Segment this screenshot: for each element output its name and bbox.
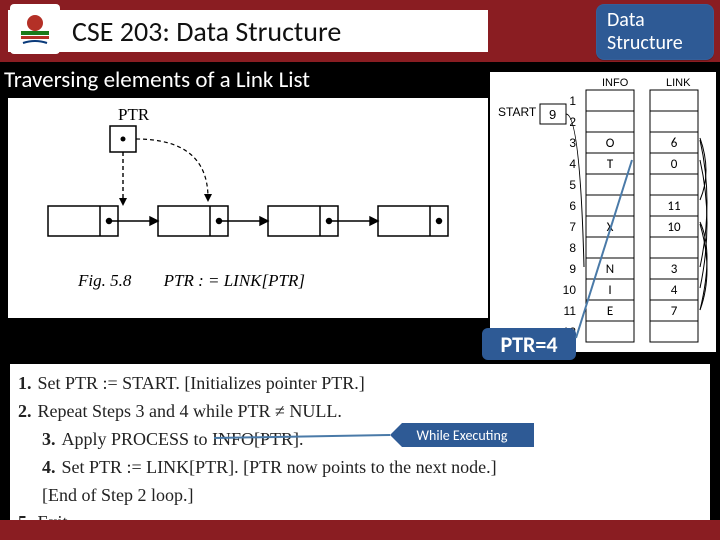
info-link-arrays: INFO LINK START 9 123O64T056117X1089N310… (490, 72, 716, 352)
svg-text:7: 7 (671, 304, 678, 319)
header-link: LINK (666, 77, 691, 89)
course-title: CSE 203: Data Structure (72, 14, 341, 49)
svg-text:4: 4 (671, 283, 678, 298)
svg-text:6: 6 (569, 199, 576, 213)
badge-line-1: Data (607, 9, 703, 32)
while-executing-label: While Executing (390, 423, 534, 447)
svg-text:10: 10 (667, 220, 681, 235)
svg-text:I: I (608, 283, 611, 298)
algorithm-step: 4.Set PTR := LINK[PTR]. [PTR now points … (18, 454, 702, 482)
figure-panel: PTR Fig. (8, 98, 488, 318)
svg-text:0: 0 (671, 157, 678, 172)
algorithm-end-loop: [End of Step 2 loop.] (18, 482, 702, 510)
ptr-value-callout: PTR=4 (482, 328, 576, 360)
svg-text:2: 2 (569, 115, 576, 129)
svg-text:6: 6 (671, 136, 678, 151)
svg-text:11: 11 (564, 304, 577, 318)
algorithm-panel: 1.Set PTR := START. [Initializes pointer… (10, 364, 710, 524)
svg-text:10: 10 (563, 283, 577, 297)
algorithm-step: 2.Repeat Steps 3 and 4 while PTR ≠ NULL. (18, 398, 702, 426)
badge-data-structure: Data Structure (596, 4, 714, 60)
algorithm-step: 1.Set PTR := START. [Initializes pointer… (18, 370, 702, 398)
svg-text:11: 11 (667, 199, 680, 214)
svg-text:3: 3 (671, 262, 678, 277)
svg-text:1: 1 (569, 94, 576, 108)
start-label: START (498, 105, 537, 119)
linked-list-diagram: PTR Fig. (8, 98, 488, 318)
header-bar: CSE 203: Data Structure Data Structure (0, 0, 720, 62)
figure-caption: Fig. 5.8 PTR : = LINK[PTR] (77, 271, 305, 290)
badge-line-2: Structure (607, 32, 703, 55)
university-logo (10, 4, 60, 54)
footer-bar (0, 520, 720, 540)
svg-text:7: 7 (569, 220, 576, 234)
svg-text:O: O (606, 136, 615, 151)
svg-text:4: 4 (569, 157, 576, 171)
svg-text:X: X (607, 220, 614, 235)
title-bar: CSE 203: Data Structure (8, 10, 488, 52)
ptr-label: PTR (118, 105, 150, 124)
svg-text:8: 8 (569, 241, 576, 255)
svg-text:N: N (606, 262, 614, 277)
arrays-panel: INFO LINK START 9 123O64T056117X1089N310… (490, 72, 716, 352)
algorithm-step: 3.Apply PROCESS to INFO[PTR]. (18, 426, 702, 454)
svg-text:T: T (607, 157, 614, 172)
svg-text:E: E (607, 304, 613, 319)
start-value: 9 (549, 107, 556, 122)
svg-text:5: 5 (569, 178, 576, 192)
header-info: INFO (602, 77, 629, 89)
svg-text:9: 9 (569, 262, 576, 276)
